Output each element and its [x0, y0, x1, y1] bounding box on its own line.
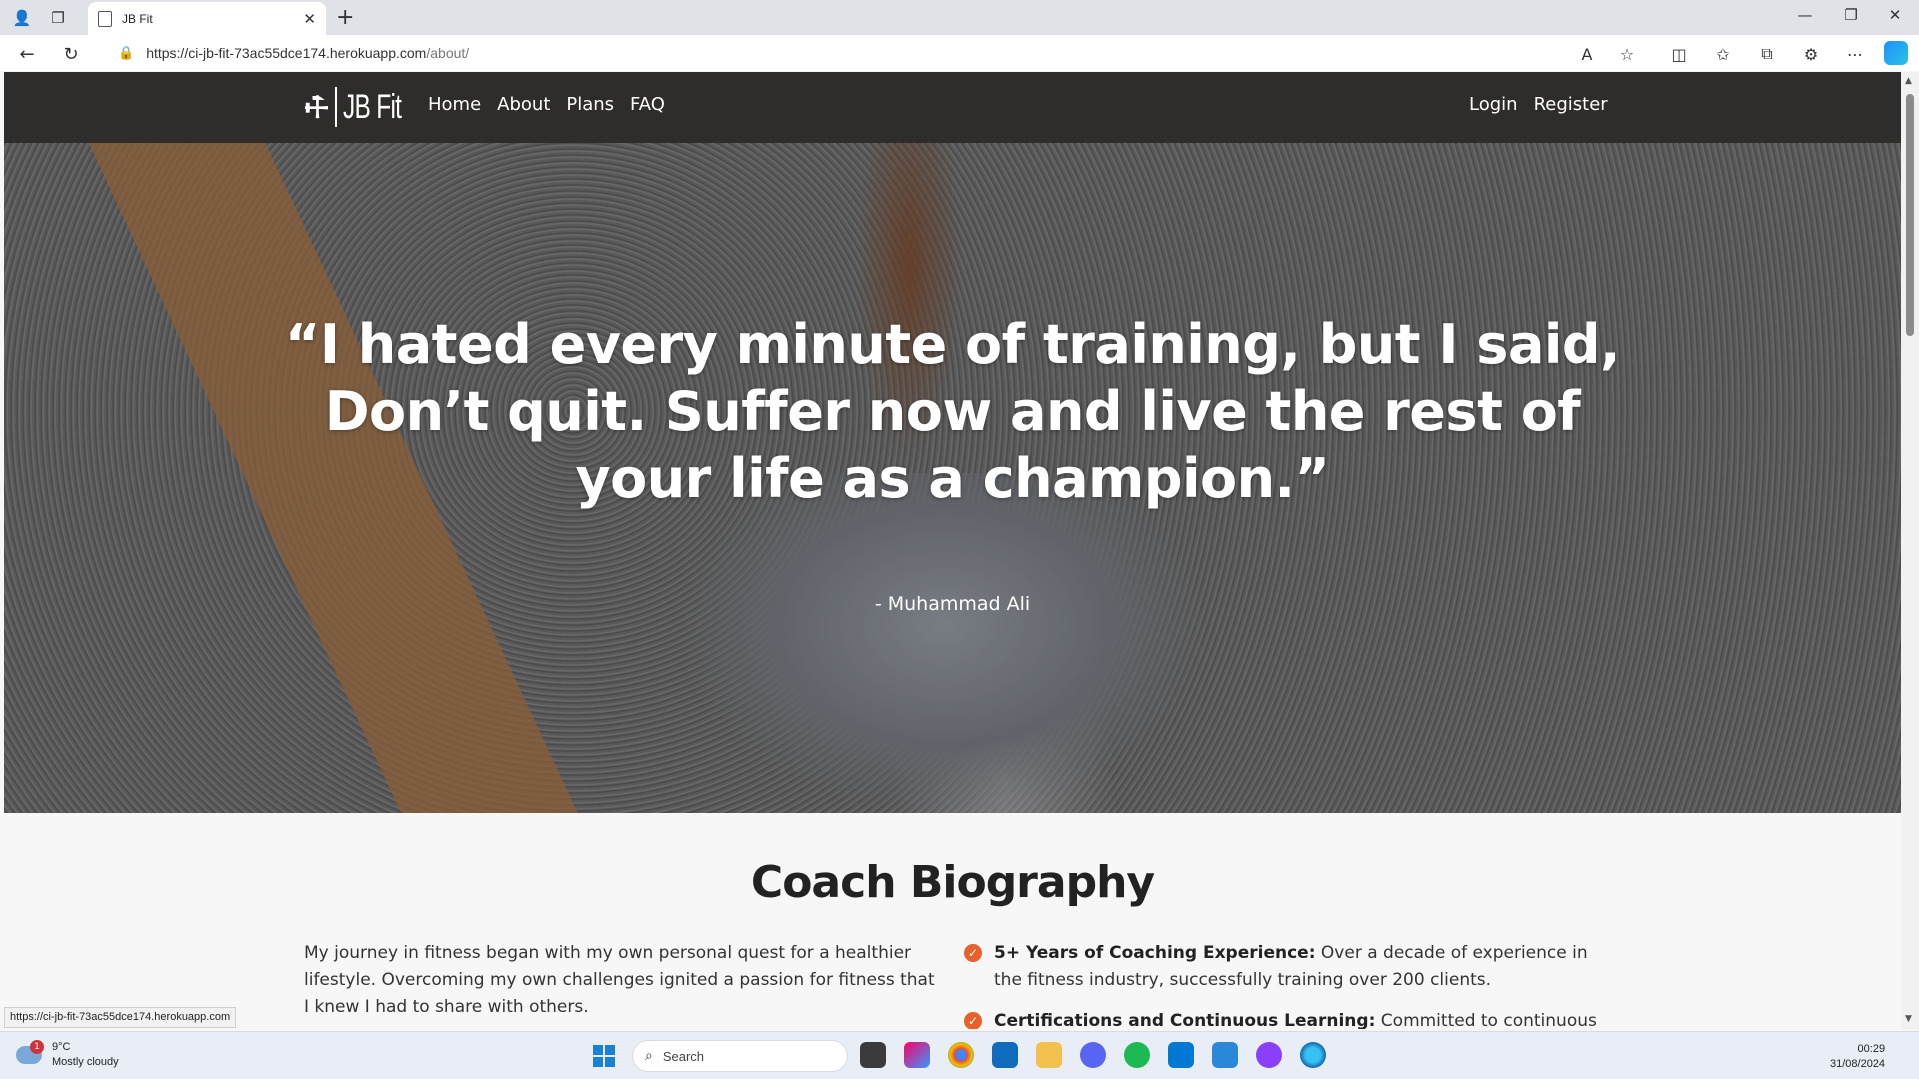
minimize-button[interactable]: —: [1790, 6, 1820, 24]
hero-banner: “I hated every minute of training, but I…: [4, 143, 1901, 813]
list-item: ✓ 5+ Years of Coaching Experience: Over …: [964, 940, 1604, 994]
refresh-icon[interactable]: ↻: [58, 41, 84, 67]
scroll-down-icon[interactable]: ▼: [1905, 1014, 1912, 1024]
collections-icon[interactable]: ⧉: [1756, 43, 1778, 65]
nav-about[interactable]: About: [497, 94, 550, 115]
nav-faq[interactable]: FAQ: [630, 94, 665, 115]
link-status-bar: https://ci-jb-fit-73ac55dce174.herokuapp…: [4, 1007, 237, 1028]
site-navbar: ⚒ JB Fit Home About Plans FAQ Login Regi…: [4, 72, 1901, 143]
coach-bio-intro: My journey in fitness began with my own …: [304, 943, 935, 1017]
clock-time: 00:29: [1857, 1043, 1886, 1055]
list-item: ✓ Certifications and Continuous Learning…: [964, 1008, 1604, 1029]
logo-text: JB Fit: [343, 87, 402, 126]
page-icon: [98, 10, 112, 27]
barbell-icon: ⚒: [296, 86, 338, 128]
nav-home[interactable]: Home: [428, 94, 481, 115]
check-icon: ✓: [964, 944, 982, 962]
more-menu-icon[interactable]: ⋯: [1844, 43, 1866, 65]
scroll-up-icon[interactable]: ▲: [1905, 76, 1912, 86]
favorite-star-icon[interactable]: ☆: [1616, 43, 1638, 65]
coach-bio-highlights: ✓ 5+ Years of Coaching Experience: Over …: [964, 940, 1604, 1029]
spotify-icon[interactable]: [1124, 1042, 1150, 1068]
auth-nav: Login Register: [1469, 94, 1608, 115]
browser-tab-bar: 👤 ❐ JB Fit ✕ + — ❐ ✕: [0, 0, 1919, 35]
search-icon: ⌕: [645, 1048, 653, 1064]
search-placeholder: Search: [662, 1048, 705, 1064]
vscode-icon[interactable]: [1168, 1042, 1194, 1068]
site-logo[interactable]: ⚒ JB Fit: [296, 84, 424, 130]
nav-plans[interactable]: Plans: [566, 94, 614, 115]
coach-bio-title: Coach Biography: [750, 857, 1155, 908]
hero-quote-author: - Muhammad Ali: [874, 593, 1031, 615]
copilot-app-icon[interactable]: [904, 1042, 930, 1068]
restore-button[interactable]: ❐: [1836, 6, 1866, 24]
edge-icon[interactable]: [1300, 1042, 1326, 1068]
notepad-icon[interactable]: [1212, 1042, 1238, 1068]
discord-icon[interactable]: [1080, 1042, 1106, 1068]
close-tab-icon[interactable]: ✕: [303, 10, 316, 28]
chrome-icon[interactable]: [948, 1042, 974, 1068]
favorites-icon[interactable]: ✩: [1712, 43, 1734, 65]
check-icon: ✓: [964, 1012, 982, 1029]
notification-badge: 1: [30, 1040, 44, 1054]
cloud-icon: 1: [16, 1040, 44, 1064]
clock-date: 31/08/2024: [1830, 1058, 1886, 1070]
github-desktop-icon[interactable]: [1256, 1042, 1282, 1068]
nav-login[interactable]: Login: [1469, 94, 1518, 115]
weather-temperature: 9°C: [52, 1041, 71, 1053]
outlook-icon[interactable]: [992, 1042, 1018, 1068]
address-bar[interactable]: 🔒 https://ci-jb-fit-73ac55dce174.herokua…: [104, 39, 1644, 67]
lock-icon[interactable]: 🔒: [118, 46, 134, 61]
main-nav: Home About Plans FAQ: [428, 94, 665, 115]
system-clock[interactable]: 00:29 31/08/2024: [1830, 1042, 1885, 1072]
read-aloud-icon[interactable]: A: [1576, 43, 1598, 65]
task-view-icon[interactable]: [860, 1042, 886, 1068]
logo-divider: [335, 87, 338, 127]
extensions-icon[interactable]: ⚙: [1800, 43, 1822, 65]
nav-register[interactable]: Register: [1534, 94, 1608, 115]
copilot-icon[interactable]: [1884, 41, 1908, 65]
tab-title: JB Fit: [122, 11, 153, 26]
weather-widget[interactable]: 1 9°C Mostly cloudy: [16, 1040, 119, 1070]
profile-icon[interactable]: 👤: [10, 6, 34, 30]
weather-description: Mostly cloudy: [52, 1056, 119, 1068]
browser-tab[interactable]: JB Fit ✕: [88, 2, 326, 35]
scrollbar-thumb[interactable]: [1906, 94, 1914, 336]
new-tab-button[interactable]: +: [336, 5, 354, 30]
highlight-heading: Certifications and Continuous Learning:: [994, 1011, 1376, 1029]
taskbar-search[interactable]: ⌕ Search: [632, 1040, 848, 1072]
start-button[interactable]: [593, 1045, 615, 1067]
url-text[interactable]: https://ci-jb-fit-73ac55dce174.herokuapp…: [146, 45, 469, 61]
tab-actions-icon[interactable]: ❐: [46, 6, 70, 30]
file-explorer-icon[interactable]: [1036, 1042, 1062, 1068]
close-window-button[interactable]: ✕: [1880, 6, 1910, 24]
highlight-heading: 5+ Years of Coaching Experience:: [994, 943, 1316, 963]
taskbar: 1 9°C Mostly cloudy ⌕ Search 00:29 31/08…: [0, 1031, 1919, 1079]
split-screen-icon[interactable]: ◫: [1668, 43, 1690, 65]
page-viewport: ⚒ JB Fit Home About Plans FAQ Login Regi…: [4, 72, 1901, 1029]
back-icon[interactable]: ←: [14, 41, 40, 67]
hero-quote: “I hated every minute of training, but I…: [284, 313, 1621, 510]
page-scrollbar[interactable]: ▲ ▼: [1901, 72, 1919, 1029]
address-bar-row: ← ↻ 🔒 https://ci-jb-fit-73ac55dce174.her…: [0, 35, 1919, 71]
